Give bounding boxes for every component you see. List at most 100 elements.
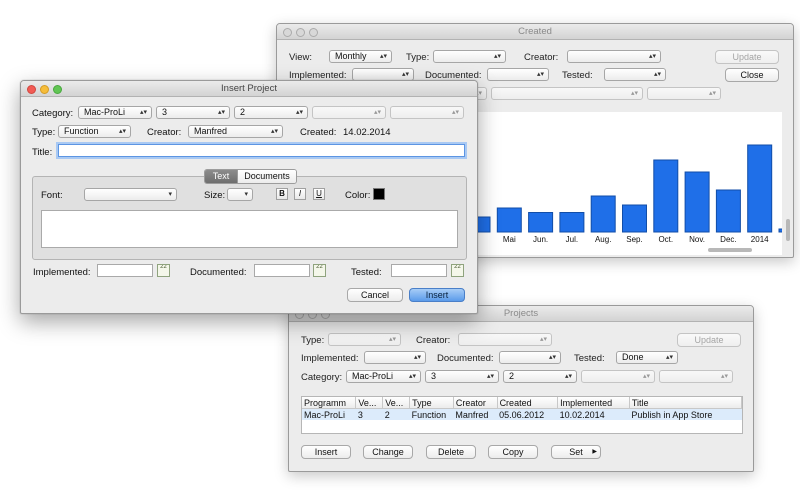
projects-window: Projects Type: ▴▾ Creator: ▴▾ Update Imp… [288,305,754,472]
zoom-window-icon[interactable] [53,85,62,94]
popup-arrows-icon: ▴▾ [217,109,225,116]
popup-arrows-icon: ▴▾ [270,128,278,135]
minimize-window-icon[interactable] [40,85,49,94]
column-header[interactable]: Title [629,397,742,409]
delete-button[interactable]: Delete [426,445,476,459]
tab-control: Text Documents [204,169,297,184]
column-header[interactable]: Created [497,397,559,409]
title-input[interactable] [58,144,465,157]
implemented-date-field[interactable] [97,264,153,277]
x-tick-label: Aug. [595,235,611,244]
change-button[interactable]: Change [363,445,413,459]
extra-popup-3[interactable]: ▴▾ [647,87,721,100]
x-tick-label: Sep. [626,235,642,244]
creator-popup[interactable]: ▴▾ [567,50,661,63]
popup-arrows-icon: ▴▾ [653,71,661,78]
table-cell: Mac-ProLi [302,408,356,420]
close-window-icon[interactable] [283,28,292,37]
bold-button[interactable]: B [276,188,288,200]
italic-button[interactable]: I [294,188,306,200]
column-header[interactable]: Programm [302,397,357,409]
table-row[interactable]: Mac-ProLi 3 2 Function Manfred 05.06.2012 10.0… [302,408,742,420]
popup-arrows-icon: ▴▾ [720,373,728,380]
underline-button[interactable]: U [313,188,325,200]
version-major-popup[interactable]: 3 ▴▾ [425,370,499,383]
extra-popup-2[interactable]: ▴▾ [491,87,643,100]
horizontal-scrollbar[interactable] [708,248,752,252]
font-popup[interactable]: ▾ [84,188,177,201]
insert-titlebar: Insert Project [21,81,477,97]
tested-date-field[interactable] [391,264,447,277]
popup-arrows-icon: ▴▾ [295,109,303,116]
documented-popup[interactable]: ▴▾ [487,68,549,81]
extra-popup-2[interactable]: ▴▾ [659,370,733,383]
update-button[interactable]: Update [715,50,779,64]
extra-popup-2[interactable]: ▴▾ [390,106,464,119]
extra-popup-1[interactable]: ▴▾ [581,370,655,383]
insert-project-window: Insert Project Category: Mac-ProLi ▴▾ 3 ▴▾… [20,80,478,314]
version-major-popup[interactable]: 3 ▴▾ [156,106,230,119]
insert-button[interactable]: Insert [409,288,465,302]
popup-arrows-icon: ▴▾ [493,53,501,60]
version-minor-popup[interactable]: 2 ▴▾ [503,370,577,383]
column-header[interactable]: Ve... [382,397,411,409]
version-minor-popup[interactable]: 2 ▴▾ [234,106,308,119]
column-header[interactable]: Implemented [557,397,630,409]
calendar-icon[interactable]: 22 [451,264,464,277]
tested-popup[interactable]: Done ▴▾ [616,351,678,364]
x-tick-label: Dec. [720,235,736,244]
chevron-down-icon: ▾ [168,191,172,198]
popup-arrows-icon: ▴▾ [539,336,547,343]
tab-documents[interactable]: Documents [237,170,296,183]
copy-button[interactable]: Copy [488,445,538,459]
text-editor[interactable] [41,210,458,248]
column-header[interactable]: Ve... [355,397,384,409]
insert-button[interactable]: Insert [301,445,351,459]
documented-popup[interactable]: ▴▾ [499,351,561,364]
extra-popup-1[interactable]: ▴▾ [312,106,386,119]
chart-bar [747,144,773,233]
cancel-button[interactable]: Cancel [347,288,403,302]
chevron-down-icon: ▾ [244,191,248,198]
column-header[interactable]: Type [409,397,454,409]
close-button[interactable]: Close [725,68,779,82]
chart-bar [559,212,585,233]
calendar-icon[interactable]: 22 [313,264,326,277]
creator-label: Creator: [147,127,182,138]
update-button[interactable]: Update [677,333,741,347]
creator-label: Creator: [524,52,559,63]
chart-bar [653,159,679,233]
set-button[interactable]: Set ▶ [551,445,601,459]
size-popup[interactable]: ▾ [227,188,253,201]
chart-bar [528,212,554,233]
type-popup[interactable]: ▴▾ [433,50,506,63]
popup-arrows-icon: ▴▾ [648,53,656,60]
chart-bar [684,171,710,233]
documented-date-field[interactable] [254,264,310,277]
popup-arrows-icon: ▴▾ [401,71,409,78]
column-header[interactable]: Creator [453,397,498,409]
tested-popup[interactable]: ▴▾ [604,68,666,81]
type-popup[interactable]: Function ▴▾ [58,125,131,138]
menu-arrow-icon: ▶ [592,449,597,455]
x-tick-label: Mai [503,235,516,244]
category-popup[interactable]: Mac-ProLi ▴▾ [78,106,152,119]
type-popup[interactable]: ▴▾ [328,333,401,346]
creator-popup[interactable]: ▴▾ [458,333,552,346]
tab-text[interactable]: Text [205,170,237,183]
category-label: Category: [301,372,343,383]
zoom-window-icon[interactable] [309,28,318,37]
implemented-popup[interactable]: ▴▾ [364,351,426,364]
category-popup[interactable]: Mac-ProLi ▴▾ [346,370,421,383]
view-popup[interactable]: Monthly ▴▾ [329,50,392,63]
close-window-icon[interactable] [27,85,36,94]
vertical-scrollbar[interactable] [786,219,790,241]
projects-table[interactable]: Programm Ve... Ve... Type Creator Created Impl… [301,396,743,434]
creator-label: Creator: [416,335,451,346]
minimize-window-icon[interactable] [296,28,305,37]
color-well[interactable] [373,188,385,200]
x-tick-label: Nov. [689,235,705,244]
chart-bar [778,228,782,233]
creator-popup[interactable]: Manfred ▴▾ [188,125,283,138]
calendar-icon[interactable]: 22 [157,264,170,277]
